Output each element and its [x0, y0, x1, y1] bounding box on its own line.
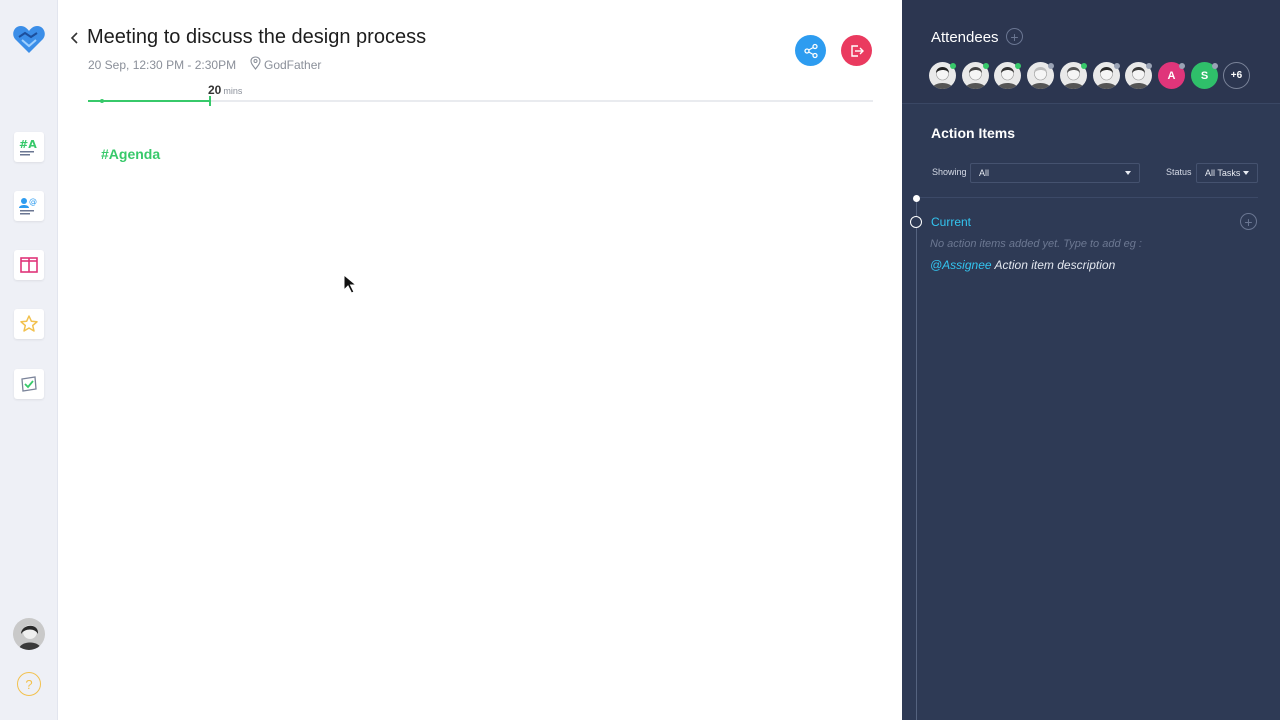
- attendee-status-dot: [983, 63, 989, 69]
- timeline-start-dot: [913, 195, 920, 202]
- star-icon: [20, 315, 38, 332]
- more-attendees-button[interactable]: +6: [1223, 62, 1250, 89]
- exit-icon: [850, 44, 864, 57]
- attendees-section: Attendees + A S +6: [902, 0, 1280, 104]
- left-sidebar: #A @ ?: [0, 0, 58, 720]
- notes-icon: [21, 376, 37, 392]
- sidebar-layout-button[interactable]: [14, 250, 44, 280]
- share-icon: [803, 43, 818, 58]
- attendee-status-dot: [1146, 63, 1152, 69]
- attendee-status-dot: [1081, 63, 1087, 69]
- meeting-main: Meeting to discuss the design process 20…: [58, 0, 902, 720]
- action-items-title: Action Items: [931, 125, 1016, 141]
- attendee-status-dot: [1212, 63, 1218, 69]
- attendee-status-dot: [1114, 63, 1120, 69]
- layout-icon: [20, 257, 38, 273]
- action-item-example[interactable]: @Assignee Action item description: [930, 258, 1115, 272]
- attendee-status-dot: [1179, 63, 1185, 69]
- duration-value: 20: [208, 83, 222, 97]
- chevron-down-icon: [1125, 171, 1131, 175]
- meeting-progress-start-dot: [100, 99, 104, 103]
- sidebar-favorites-button[interactable]: [14, 309, 44, 339]
- sidebar-notes-button[interactable]: [14, 369, 44, 399]
- help-button[interactable]: ?: [17, 672, 41, 696]
- showing-value: All: [979, 168, 990, 178]
- action-items-divider: [916, 197, 1258, 198]
- meeting-time: 20 Sep, 12:30 PM - 2:30PM: [88, 58, 237, 72]
- meeting-location: GodFather: [264, 58, 322, 72]
- mouse-cursor-icon: [343, 273, 358, 294]
- example-assignee: @Assignee: [930, 258, 992, 272]
- user-avatar[interactable]: [13, 618, 45, 650]
- leave-meeting-button[interactable]: [841, 35, 872, 66]
- empty-action-items-hint: No action items added yet. Type to add e…: [930, 238, 1142, 250]
- action-items-timeline-line: [916, 198, 917, 720]
- meeting-progress-fill: [88, 100, 210, 102]
- share-button[interactable]: [795, 35, 826, 66]
- showing-select[interactable]: All: [970, 163, 1140, 183]
- attendee-status-dot: [950, 63, 956, 69]
- status-label: Status: [1166, 167, 1192, 177]
- add-action-item-icon[interactable]: +: [1240, 213, 1257, 230]
- handshake-heart-logo-icon[interactable]: [12, 22, 46, 56]
- help-icon: ?: [25, 676, 33, 692]
- attendees-title: Attendees: [931, 29, 999, 46]
- mentions-icon: @: [19, 197, 37, 215]
- sidebar-agenda-button[interactable]: #A: [14, 132, 44, 162]
- agenda-heading[interactable]: #Agenda: [101, 146, 160, 162]
- meeting-progress-bar: [88, 96, 873, 106]
- duration-unit: mins: [223, 86, 243, 96]
- meeting-progress-marker: [209, 96, 211, 106]
- user-avatar-image: [13, 618, 45, 650]
- svg-text:@: @: [29, 197, 37, 206]
- timeline-current-ring: [910, 216, 922, 228]
- meeting-duration: 20 mins: [208, 81, 242, 99]
- example-description: Action item description: [994, 258, 1116, 272]
- attendee-status-dot: [1048, 63, 1054, 69]
- status-select[interactable]: All Tasks: [1196, 163, 1258, 183]
- add-attendee-icon[interactable]: +: [1006, 28, 1023, 45]
- showing-label: Showing: [932, 167, 967, 177]
- chevron-down-icon: [1243, 171, 1249, 175]
- back-chevron-icon[interactable]: [68, 28, 80, 48]
- right-panel: Attendees + A S +6 Action Items Showing Al…: [902, 0, 1280, 720]
- svg-text:#A: #A: [19, 138, 37, 151]
- status-value: All Tasks: [1205, 168, 1241, 178]
- current-section-title: Current: [931, 215, 972, 229]
- meeting-title: Meeting to discuss the design process: [87, 26, 427, 48]
- agenda-icon: #A: [19, 138, 37, 156]
- attendee-status-dot: [1015, 63, 1021, 69]
- sidebar-mentions-button[interactable]: @: [14, 191, 44, 221]
- location-pin-icon: [250, 56, 261, 70]
